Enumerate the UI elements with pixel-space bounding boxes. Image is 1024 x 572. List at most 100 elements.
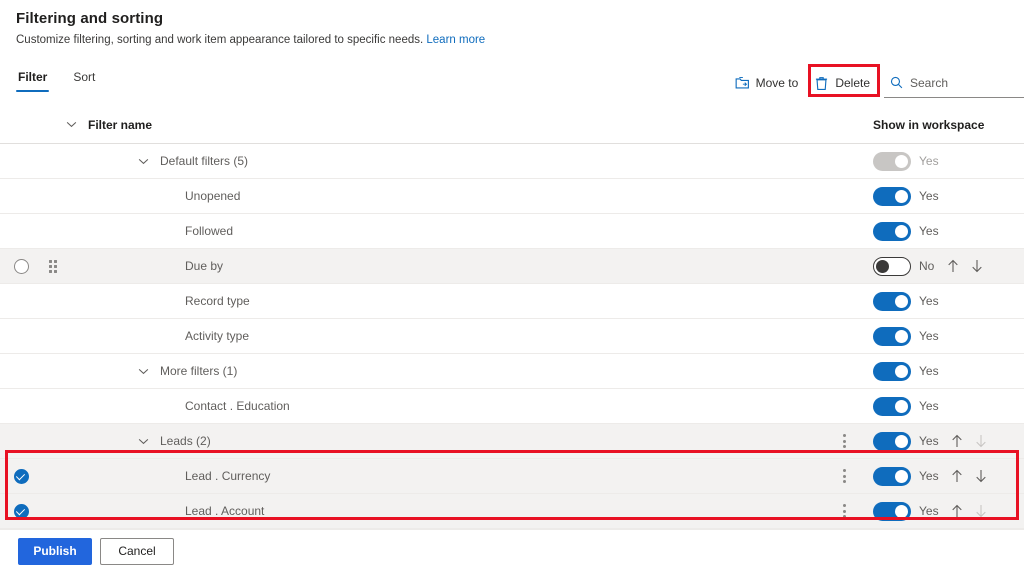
table-row[interactable]: Activity type Yes [0, 319, 1024, 354]
row-checkbox-checked[interactable] [13, 503, 29, 519]
show-in-workspace-toggle[interactable] [873, 466, 911, 486]
table-row[interactable]: Lead . Currency Yes [0, 459, 1024, 494]
move-up-icon[interactable] [951, 434, 964, 449]
show-in-workspace-toggle-group: Yes [873, 361, 939, 381]
show-in-workspace-toggle-label: Yes [919, 399, 939, 413]
row-name-cell: Followed [64, 224, 829, 238]
show-in-workspace-toggle-label: Yes [919, 364, 939, 378]
delete-button[interactable]: Delete [806, 68, 878, 98]
table-row[interactable]: Followed Yes [0, 214, 1024, 249]
show-in-workspace-toggle[interactable] [873, 431, 911, 451]
table-row[interactable]: Leads (2) Yes [0, 424, 1024, 459]
table-row[interactable]: More filters (1) Yes [0, 354, 1024, 389]
more-options-icon[interactable] [842, 504, 846, 518]
filtering-and-sorting-page: Filtering and sorting Customize filterin… [0, 0, 1024, 572]
filters-table: Filter name Show in workspace Default fi… [0, 106, 1024, 529]
drag-handle-icon[interactable] [49, 259, 57, 273]
chevron-down-icon[interactable] [136, 364, 150, 378]
row-show-in-workspace-cell: Yes [859, 431, 1024, 451]
show-in-workspace-toggle-group: Yes [873, 326, 939, 346]
cancel-button[interactable]: Cancel [100, 537, 174, 565]
show-in-workspace-toggle-group: Yes [873, 291, 939, 311]
row-checkbox-checked[interactable] [13, 468, 29, 484]
row-reorder-arrows [951, 434, 988, 449]
search-box[interactable] [884, 68, 1024, 98]
row-reorder-arrows [951, 469, 988, 484]
table-row[interactable]: Record type Yes [0, 284, 1024, 319]
chevron-down-icon[interactable] [64, 118, 78, 132]
show-in-workspace-toggle-group: Yes [873, 466, 939, 486]
header-show-in-workspace-cell: Show in workspace [859, 118, 1024, 132]
learn-more-link[interactable]: Learn more [426, 34, 485, 46]
row-select-cell [0, 503, 42, 519]
row-name-label: Lead . Account [185, 504, 265, 518]
row-overflow-cell [829, 504, 859, 518]
more-options-icon[interactable] [842, 469, 846, 483]
header-filter-name-cell: Filter name [64, 118, 829, 132]
show-in-workspace-toggle[interactable] [873, 396, 911, 416]
row-show-in-workspace-cell: Yes [859, 291, 1024, 311]
row-show-in-workspace-cell: Yes [859, 501, 1024, 521]
search-input[interactable] [910, 75, 1018, 90]
row-show-in-workspace-cell: Yes [859, 396, 1024, 416]
move-to-folder-icon [735, 76, 750, 91]
show-in-workspace-toggle-label: Yes [919, 504, 939, 518]
row-checkbox-unchecked[interactable] [13, 258, 29, 274]
table-row[interactable]: Default filters (5) Yes [0, 144, 1024, 179]
show-in-workspace-toggle-label: Yes [919, 329, 939, 343]
row-name-label: Due by [185, 259, 224, 273]
show-in-workspace-toggle-label: Yes [919, 434, 939, 448]
show-in-workspace-toggle-group: Yes [873, 501, 939, 521]
table-row[interactable]: Contact . Education Yes [0, 389, 1024, 424]
show-in-workspace-toggle [873, 151, 911, 171]
show-in-workspace-toggle[interactable] [873, 186, 911, 206]
publish-button[interactable]: Publish [18, 537, 92, 565]
tab-filter[interactable]: Filter [16, 66, 50, 94]
tab-sort[interactable]: Sort [71, 66, 97, 94]
table-header-row: Filter name Show in workspace [0, 106, 1024, 144]
show-in-workspace-toggle[interactable] [873, 361, 911, 381]
row-reorder-arrows [946, 259, 983, 274]
move-to-button[interactable]: Move to [727, 68, 807, 98]
row-name-cell: Leads (2) [64, 434, 829, 448]
move-down-icon[interactable] [970, 259, 983, 274]
row-name-cell: Contact . Education [64, 399, 829, 413]
show-in-workspace-toggle-label: Yes [919, 224, 939, 238]
row-name-cell: Record type [64, 294, 829, 308]
move-down-icon [975, 434, 988, 449]
row-select-cell [0, 468, 42, 484]
trash-icon [814, 76, 829, 91]
table-body: Default filters (5) Yes Unopened Yes Followe… [0, 144, 1024, 529]
show-in-workspace-toggle-label: Yes [919, 154, 939, 168]
show-in-workspace-toggle[interactable] [873, 291, 911, 311]
show-in-workspace-toggle[interactable] [873, 501, 911, 521]
show-in-workspace-toggle[interactable] [873, 256, 911, 276]
page-title: Filtering and sorting [16, 10, 164, 27]
move-up-icon[interactable] [951, 469, 964, 484]
show-in-workspace-toggle-group: Yes [873, 431, 939, 451]
header-show-in-workspace-label: Show in workspace [873, 117, 985, 132]
row-select-cell [0, 258, 42, 274]
chevron-down-icon[interactable] [136, 154, 150, 168]
move-down-icon[interactable] [975, 469, 988, 484]
show-in-workspace-toggle[interactable] [873, 221, 911, 241]
row-grip-cell [42, 259, 64, 273]
row-name-cell: Due by [64, 259, 829, 273]
show-in-workspace-toggle-label: No [919, 259, 935, 273]
page-subtitle: Customize filtering, sorting and work it… [16, 34, 1024, 46]
table-row[interactable]: Due by No [0, 249, 1024, 284]
show-in-workspace-toggle-group: Yes [873, 186, 939, 206]
row-show-in-workspace-cell: Yes [859, 221, 1024, 241]
search-icon [890, 75, 903, 90]
show-in-workspace-toggle[interactable] [873, 326, 911, 346]
chevron-down-icon[interactable] [136, 434, 150, 448]
more-options-icon[interactable] [842, 434, 846, 448]
row-show-in-workspace-cell: Yes [859, 466, 1024, 486]
row-name-label: More filters (1) [160, 364, 238, 378]
table-row[interactable]: Unopened Yes [0, 179, 1024, 214]
move-up-icon[interactable] [946, 259, 959, 274]
row-show-in-workspace-cell: Yes [859, 186, 1024, 206]
table-row[interactable]: Lead . Account Yes [0, 494, 1024, 529]
move-up-icon[interactable] [951, 504, 964, 519]
page-header: Filtering and sorting Customize filterin… [0, 0, 1024, 46]
